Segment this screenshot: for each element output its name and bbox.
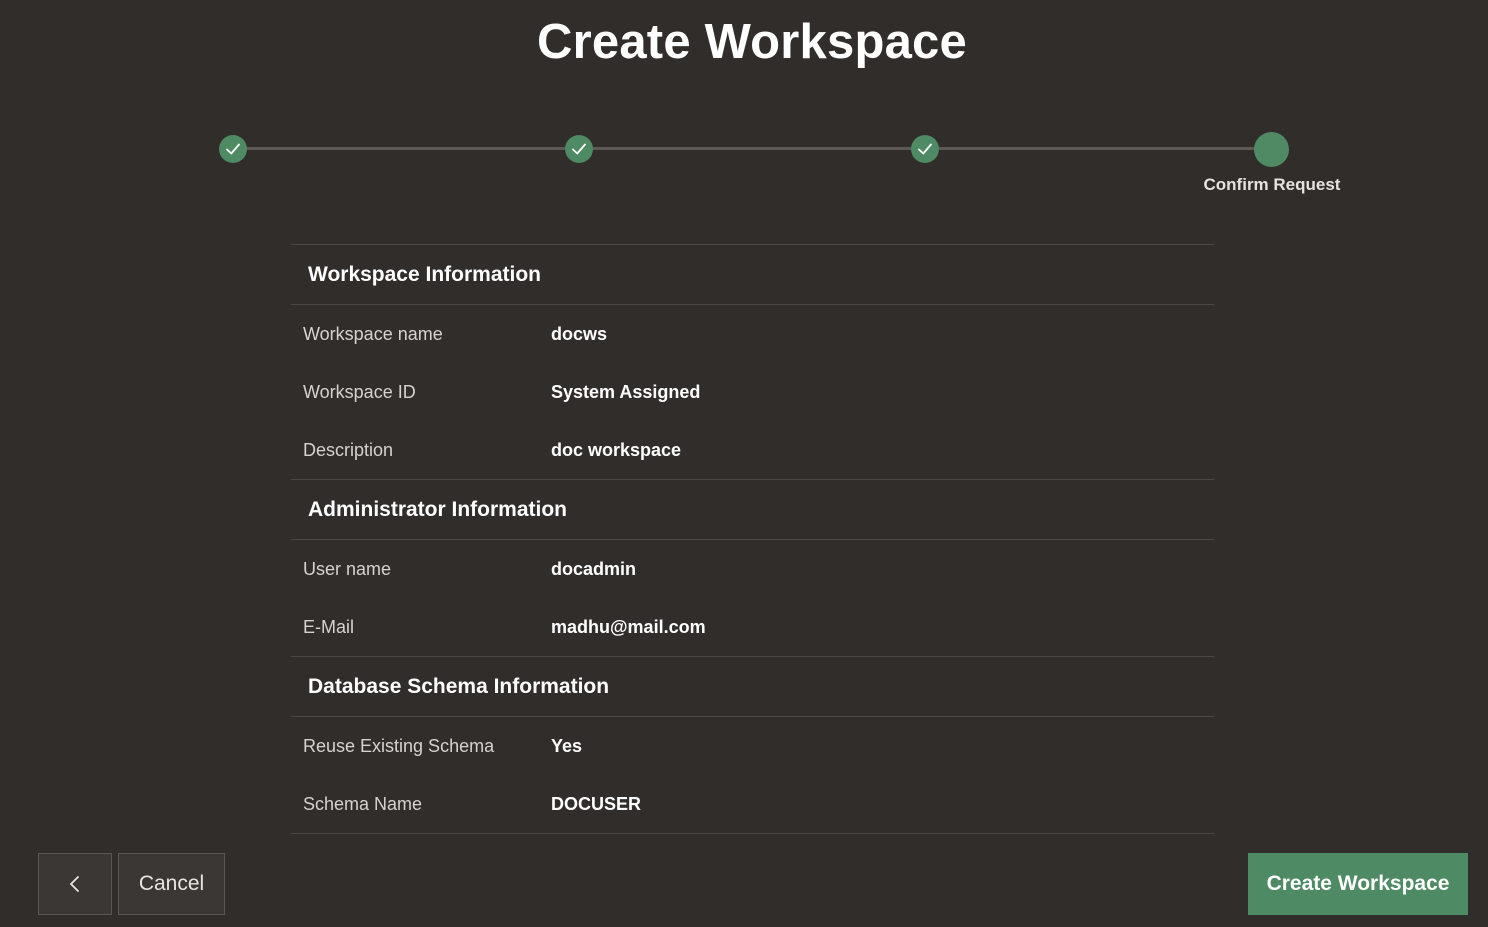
row-label: Schema Name: [303, 793, 423, 814]
row-label: User name: [303, 558, 392, 579]
create-workspace-button[interactable]: Create Workspace: [1248, 853, 1468, 915]
train-connector: [247, 147, 567, 150]
check-icon: [226, 143, 240, 155]
row-value: doc workspace: [551, 439, 682, 460]
train-connector: [939, 147, 1255, 150]
check-icon: [918, 143, 932, 155]
back-button[interactable]: [38, 853, 112, 915]
cancel-button[interactable]: Cancel: [118, 853, 225, 915]
summary-row: E-Mail madhu@mail.com: [291, 598, 1214, 656]
summary-row: User name docadmin: [291, 540, 1214, 598]
row-label: Workspace ID: [303, 381, 416, 402]
row-label: Description: [303, 439, 394, 460]
summary-row: Schema Name DOCUSER: [291, 775, 1214, 833]
check-icon: [572, 143, 586, 155]
chevron-left-icon: [70, 876, 79, 892]
create-workspace-dialog: Create Workspace Confirm Request Workspa…: [0, 0, 1488, 927]
summary-row: Workspace ID System Assigned: [291, 363, 1214, 421]
summary-panel: Workspace Information Workspace name doc…: [291, 244, 1214, 834]
train-step-3[interactable]: [911, 135, 939, 163]
divider: [291, 833, 1214, 834]
row-value: System Assigned: [551, 381, 701, 402]
row-value: docws: [551, 323, 608, 344]
train-step-1[interactable]: [219, 135, 247, 163]
section-header-database-schema: Database Schema Information: [308, 674, 610, 698]
section-header-administrator: Administrator Information: [308, 497, 568, 521]
train-step-2[interactable]: [565, 135, 593, 163]
row-value: Yes: [551, 735, 583, 756]
train-connector: [593, 147, 913, 150]
section-header-workspace: Workspace Information: [308, 262, 541, 286]
row-label: E-Mail: [303, 616, 355, 637]
row-label: Workspace name: [303, 323, 443, 344]
row-value: DOCUSER: [551, 793, 642, 814]
row-value: madhu@mail.com: [551, 616, 706, 637]
summary-row: Reuse Existing Schema Yes: [291, 717, 1214, 775]
train-step-label: Confirm Request: [1203, 175, 1341, 194]
summary-row: Workspace name docws: [291, 305, 1214, 363]
row-value: docadmin: [551, 558, 637, 579]
row-label: Reuse Existing Schema: [303, 735, 495, 756]
summary-row: Description doc workspace: [291, 421, 1214, 479]
train-step-4-current: [1254, 132, 1289, 167]
page-title: Create Workspace: [537, 15, 967, 69]
